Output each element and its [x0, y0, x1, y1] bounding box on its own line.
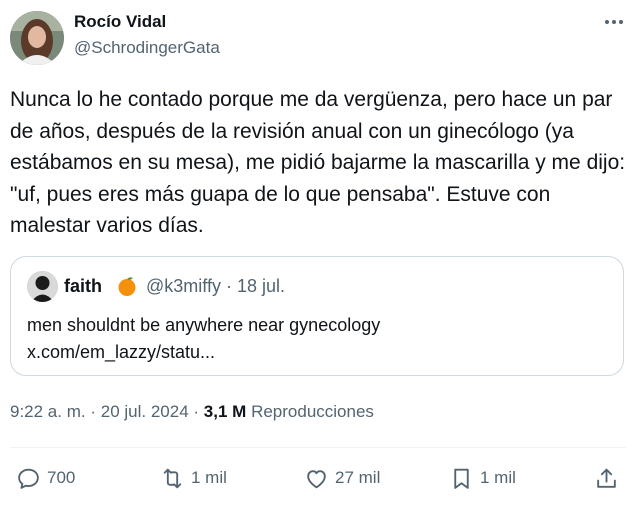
share-icon: [597, 468, 616, 488]
bookmark-button[interactable]: 1 mil: [449, 462, 516, 494]
quoted-handle-date: @k3miffy · 18 jul.: [146, 276, 285, 297]
quoted-tweet[interactable]: faith @k3miffy · 18 jul. men shouldnt be…: [10, 256, 624, 376]
divider: [10, 447, 626, 448]
quoted-text: men shouldnt be anywhere near gynecology…: [27, 312, 607, 366]
separator-dot: ·: [90, 402, 97, 421]
quoted-avatar-photo-icon: [27, 271, 58, 302]
author-handle[interactable]: @SchrodingerGata: [74, 38, 220, 58]
reply-icon: [18, 468, 39, 489]
quoted-text-line: men shouldnt be anywhere near gynecology: [27, 315, 381, 335]
reply-count: 700: [47, 468, 76, 487]
quoted-link[interactable]: x.com/em_lazzy/statu...: [27, 339, 607, 366]
more-horizontal-icon: [605, 20, 623, 24]
share-button[interactable]: [594, 462, 625, 494]
heart-icon: [307, 469, 326, 488]
like-button[interactable]: 27 mil: [304, 462, 380, 494]
author-name[interactable]: Rocío Vidal: [74, 12, 166, 32]
avatar-photo-icon: [10, 11, 64, 65]
avatar[interactable]: [10, 11, 64, 65]
tweet-date[interactable]: 20 jul. 2024: [101, 402, 189, 421]
retweet-icon: [163, 468, 182, 488]
quoted-avatar[interactable]: [27, 271, 58, 302]
quoted-author-handle: @k3miffy: [146, 276, 221, 296]
separator-dot: ·: [193, 402, 200, 421]
retweet-count: 1 mil: [191, 468, 227, 487]
tweet-text: Nunca lo he contado porque me da vergüen…: [10, 88, 626, 237]
orange-emoji-icon: [116, 275, 138, 297]
views-label: Reproducciones: [251, 402, 374, 421]
tweet-time[interactable]: 9:22 a. m.: [10, 402, 86, 421]
like-count: 27 mil: [335, 468, 381, 487]
tweet-meta: 9:22 a. m. · 20 jul. 2024 · 3,1 M Reprod…: [10, 402, 374, 422]
more-options-button[interactable]: [600, 12, 628, 32]
quoted-author-name: faith: [64, 276, 102, 296]
reply-button[interactable]: 700: [16, 462, 75, 494]
bookmark-count: 1 mil: [480, 468, 516, 487]
quoted-date: 18 jul.: [236, 276, 286, 296]
bookmark-icon: [454, 468, 469, 489]
retweet-button[interactable]: 1 mil: [160, 462, 227, 494]
view-count: 3,1 M: [203, 402, 247, 421]
separator-dot: ·: [225, 276, 232, 296]
